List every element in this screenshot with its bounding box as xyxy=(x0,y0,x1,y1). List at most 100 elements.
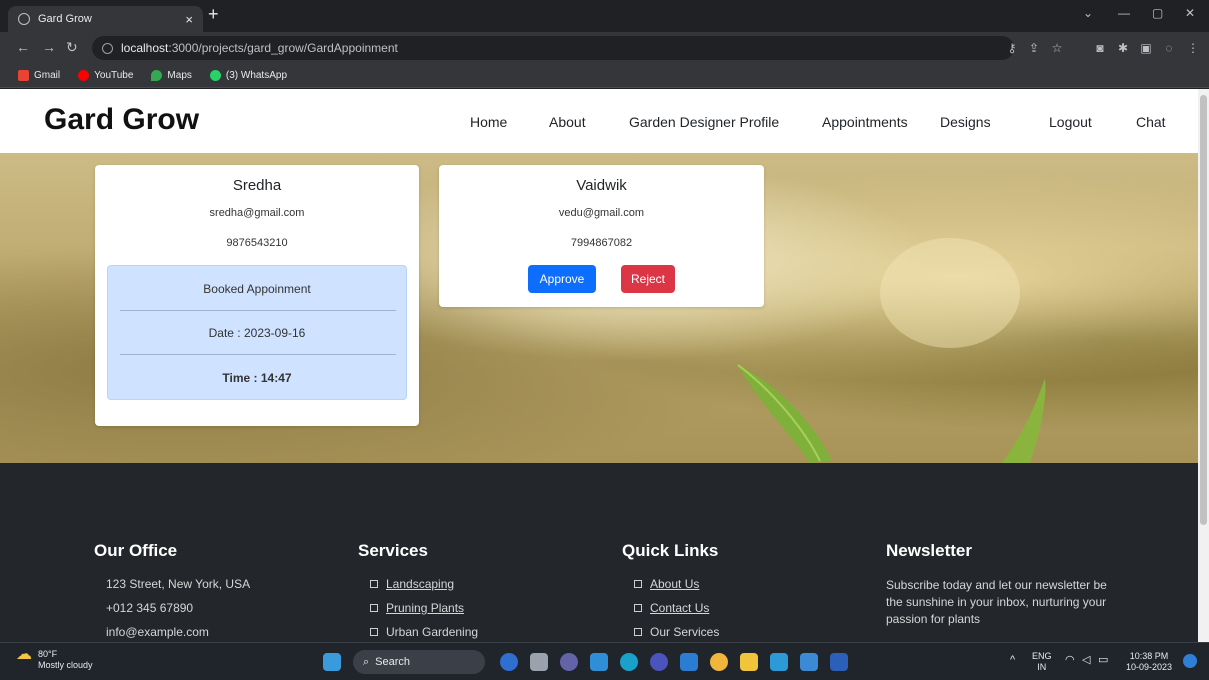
extension-icon[interactable]: ◙ xyxy=(1093,41,1107,55)
designer-card: Sredha sredha@gmail.com 9876543210 Booke… xyxy=(95,165,419,426)
side-panel-icon[interactable]: ▣ xyxy=(1139,41,1153,55)
booked-label: Booked Appoinment xyxy=(203,282,311,296)
address-bar[interactable]: localhost :3000/projects/gard_grow/GardA… xyxy=(92,36,1014,60)
chrome-icon[interactable] xyxy=(710,653,728,671)
zoom-icon[interactable] xyxy=(650,653,668,671)
quick-link-about[interactable]: About Us xyxy=(622,577,719,591)
weather-temp: 80°F xyxy=(38,649,58,659)
bookmark-label: (3) WhatsApp xyxy=(225,70,288,81)
nav-home[interactable]: Home xyxy=(470,114,507,130)
notepad-icon[interactable] xyxy=(800,653,818,671)
service-link-landscaping[interactable]: Landscaping xyxy=(358,577,478,591)
nav-chat[interactable]: Chat xyxy=(1136,114,1166,130)
star-icon[interactable]: ☆ xyxy=(1050,41,1064,55)
chevron-up-icon[interactable]: ^ xyxy=(1010,655,1015,666)
quick-link-contact[interactable]: Contact Us xyxy=(622,601,719,615)
clock-date: 10-09-2023 xyxy=(1126,662,1173,672)
weather-widget[interactable]: ☁ 80°F Mostly cloudy xyxy=(16,646,93,671)
menu-icon[interactable]: ⋮ xyxy=(1186,41,1200,55)
link-label: Our Services xyxy=(650,625,720,639)
nav-about[interactable]: About xyxy=(549,114,586,130)
page-scrollbar[interactable] xyxy=(1198,89,1209,642)
word-icon[interactable] xyxy=(830,653,848,671)
share-icon[interactable]: ⇪ xyxy=(1027,41,1041,55)
browser-tab-bar: Gard Grow × + ⌄ — ▢ ✕ xyxy=(0,0,1209,32)
tab-title: Gard Grow xyxy=(38,13,92,25)
bookmark-youtube[interactable]: YouTube xyxy=(78,70,133,81)
gmail-icon xyxy=(18,70,29,81)
region-label: IN xyxy=(1037,662,1047,672)
bookmark-label: Gmail xyxy=(34,70,61,81)
volume-icon[interactable]: ◁ xyxy=(1082,655,1090,666)
bookmark-gmail[interactable]: Gmail xyxy=(18,70,60,81)
site-brand[interactable]: Gard Grow xyxy=(44,103,199,137)
site-info-icon[interactable] xyxy=(102,42,113,54)
clock[interactable]: 10:38 PM 10-09-2023 xyxy=(1126,651,1172,673)
link-label: Urban Gardening xyxy=(386,625,479,639)
windows-taskbar: ☁ 80°F Mostly cloudy ⌕ Search ^ ENG IN ◠ … xyxy=(0,642,1209,680)
key-icon[interactable]: ⚷ xyxy=(1005,41,1019,55)
forward-icon[interactable]: → xyxy=(42,39,56,55)
quick-link-services[interactable]: Our Services xyxy=(622,625,719,639)
minimize-icon[interactable]: — xyxy=(1118,6,1130,20)
close-tab-icon[interactable]: × xyxy=(185,12,193,27)
battery-icon[interactable]: ▭ xyxy=(1098,655,1108,666)
approve-button[interactable]: Approve xyxy=(528,265,596,293)
copilot-icon[interactable] xyxy=(500,653,518,671)
appointment-time: Time : 14:47 xyxy=(222,371,292,385)
bookmark-maps[interactable]: Maps xyxy=(151,70,192,81)
nav-appointments[interactable]: Appointments xyxy=(822,114,908,130)
footer-office: Our Office 123 Street, New York, USA +01… xyxy=(94,541,250,642)
reload-icon[interactable]: ↻ xyxy=(66,39,78,56)
clock-time: 10:38 PM xyxy=(1129,651,1169,661)
language-indicator[interactable]: ENG IN xyxy=(1032,651,1052,673)
mail-icon[interactable] xyxy=(590,653,608,671)
nav-logout[interactable]: Logout xyxy=(1049,114,1092,130)
taskbar-search[interactable]: ⌕ Search xyxy=(353,650,485,674)
notification-icon[interactable] xyxy=(1183,654,1197,668)
teams-icon[interactable] xyxy=(560,653,578,671)
restore-icon[interactable]: ▢ xyxy=(1152,6,1163,20)
leaf-image xyxy=(737,364,832,463)
skype-icon[interactable] xyxy=(770,653,788,671)
service-link-pruning[interactable]: Pruning Plants xyxy=(358,601,478,615)
browser-tab[interactable]: Gard Grow × xyxy=(8,6,203,32)
footer-newsletter: Newsletter Subscribe today and let our n… xyxy=(886,541,1111,628)
puzzle-icon[interactable]: ✱ xyxy=(1116,41,1130,55)
search-icon: ⌕ xyxy=(363,655,370,668)
edge-icon[interactable] xyxy=(620,653,638,671)
windows-start-icon[interactable] xyxy=(323,653,341,671)
bookmark-whatsapp[interactable]: (3) WhatsApp xyxy=(209,70,288,81)
bookmarks-bar: Gmail YouTube Maps (3) WhatsApp xyxy=(0,64,1209,88)
office-address: 123 Street, New York, USA xyxy=(106,577,251,591)
nav-garden-designer-profile[interactable]: Garden Designer Profile xyxy=(629,114,779,130)
wifi-icon[interactable]: ◠ xyxy=(1065,655,1075,666)
site-footer: Our Office 123 Street, New York, USA +01… xyxy=(0,463,1198,642)
footer-services: Services Landscaping Pruning Plants Urba… xyxy=(358,541,478,642)
url-path: :3000/projects/gard_grow/GardAppoinment xyxy=(168,41,398,55)
close-window-icon[interactable]: ✕ xyxy=(1185,6,1195,20)
tab-search-icon[interactable]: ⌄ xyxy=(1083,6,1093,20)
link-label: Pruning Plants xyxy=(386,601,465,615)
reject-button[interactable]: Reject xyxy=(621,265,675,293)
profile-icon[interactable]: ◌ xyxy=(1162,41,1176,55)
url-host: localhost xyxy=(121,41,169,55)
customer-name: Vaidwik xyxy=(576,177,627,194)
vscode-icon[interactable] xyxy=(680,653,698,671)
chevron-icon xyxy=(370,604,378,612)
back-icon[interactable]: ← xyxy=(16,39,30,55)
new-tab-button[interactable]: + xyxy=(208,4,219,25)
file-explorer-icon[interactable] xyxy=(740,653,758,671)
cloud-sun-icon: ☁ xyxy=(16,646,32,663)
task-view-icon[interactable] xyxy=(530,653,548,671)
whatsapp-icon xyxy=(209,70,221,81)
newsletter-heading: Newsletter xyxy=(886,541,972,560)
weather-condition: Mostly cloudy xyxy=(38,660,93,670)
service-link-urban[interactable]: Urban Gardening xyxy=(358,625,478,639)
nav-designs[interactable]: Designs xyxy=(940,114,991,130)
customer-phone: 7994867082 xyxy=(570,237,633,249)
footer-quick-links: Quick Links About Us Contact Us Our Serv… xyxy=(622,541,719,642)
maps-icon xyxy=(151,70,163,81)
scrollbar-thumb[interactable] xyxy=(1200,95,1207,525)
leaf-image xyxy=(1002,378,1046,463)
